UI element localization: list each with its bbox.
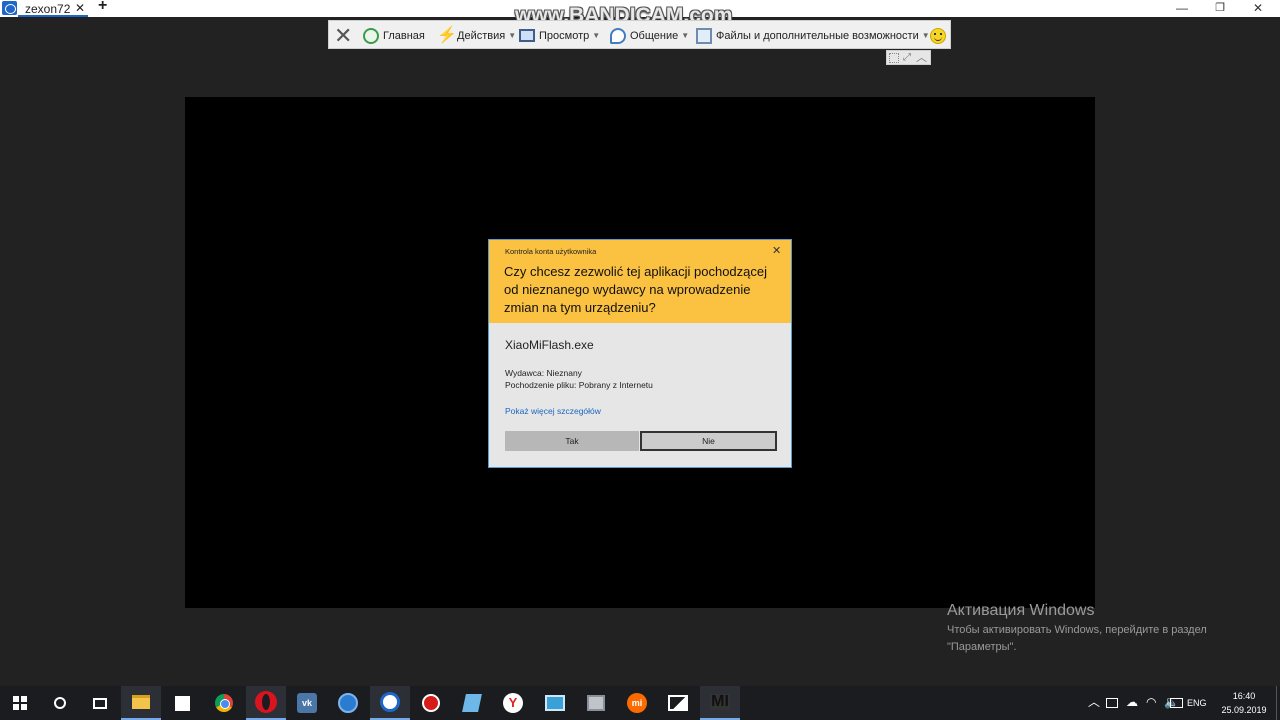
folder-icon (132, 695, 150, 709)
phone-icon (610, 27, 626, 44)
teamviewer-icon (380, 692, 400, 712)
no-button[interactable]: Nie (640, 431, 777, 451)
lightning-icon: ⚡ (437, 26, 457, 44)
task-view-button[interactable] (80, 686, 120, 720)
cloud-icon[interactable]: ☁ (1126, 695, 1138, 709)
mi-icon: mi (627, 693, 647, 713)
taskbar-vk[interactable]: vk (287, 686, 327, 720)
uac-caption: Kontrola konta użytkownika (505, 247, 597, 256)
chevron-down-icon: ▼ (592, 31, 601, 40)
restore-icon[interactable]: ❐ (1210, 1, 1230, 14)
search-button[interactable] (40, 686, 80, 720)
clock-date[interactable]: 25.09.2019 (1216, 705, 1272, 715)
start-button[interactable] (0, 686, 40, 720)
clock-time[interactable]: 16:40 (1219, 691, 1269, 701)
feedback-button[interactable] (930, 21, 946, 50)
vk-icon: vk (297, 693, 317, 713)
files-menu[interactable]: Файлы и дополнительные возможности ▼ (696, 21, 930, 50)
wifi-icon[interactable]: ◠ (1146, 695, 1156, 709)
task-view-icon (93, 697, 107, 709)
chrome-icon (215, 694, 233, 712)
toolbar-controls: ⤢ ︿ (886, 50, 931, 65)
taskbar-opera[interactable] (246, 686, 286, 720)
chevron-down-icon: ▼ (508, 31, 517, 40)
opera-icon (255, 691, 277, 713)
grid-icon[interactable] (889, 53, 899, 63)
language-indicator[interactable]: ENG (1187, 698, 1207, 708)
app-name: XiaoMiFlash.exe (505, 338, 594, 352)
photos-icon (668, 695, 688, 711)
taskbar-yandex[interactable]: Y (493, 686, 533, 720)
close-connection-icon[interactable]: ✕ (334, 21, 352, 50)
activation-text-line: Чтобы активировать Windows, перейдите в … (947, 624, 1207, 636)
network-icon[interactable] (1106, 698, 1118, 708)
notification-icon[interactable] (1170, 698, 1183, 708)
actions-label: Действия (457, 29, 506, 42)
windows-logo-icon (13, 696, 27, 710)
publisher-text: Wydawca: Nieznany (505, 368, 582, 378)
taskbar-chrome[interactable] (204, 686, 244, 720)
home-icon (363, 27, 379, 44)
taskbar-app[interactable] (328, 686, 368, 720)
taskbar-computer[interactable] (576, 686, 616, 720)
taskbar-bandicam[interactable] (411, 686, 451, 720)
remote-toolbar: ✕ Главная ⚡ Действия ▼ Просмотр ▼ Общени… (328, 20, 951, 49)
teamviewer-logo-icon (2, 1, 17, 15)
taskbar-mi[interactable]: mi (617, 686, 657, 720)
remote-desktop-icon (545, 695, 565, 711)
view-menu[interactable]: Просмотр ▼ (519, 21, 600, 50)
smiley-icon (930, 27, 946, 44)
communication-label: Общение (630, 29, 679, 42)
taskbar: vk Y mi MI ︿ ☁ ◠ 🔈 ENG 16:40 25.09.2019 (0, 686, 1280, 720)
chevron-down-icon: ▼ (921, 31, 930, 40)
view-label: Просмотр (539, 29, 590, 42)
activation-text: Чтобы активировать Windows, перейдите в … (947, 622, 1277, 656)
tab-session-label: zexon72 (25, 2, 71, 16)
computer-icon (587, 695, 605, 711)
taskbar-miflash[interactable]: MI (700, 686, 740, 720)
chevron-down-icon: ▼ (681, 31, 690, 40)
uac-dialog: Kontrola konta użytkownika ✕ Czy chcesz … (488, 239, 792, 468)
activation-text-line: "Параметры". (947, 641, 1017, 653)
taskbar-teamviewer[interactable] (370, 686, 410, 720)
activation-title: Активация Windows (947, 602, 1095, 619)
show-hidden-icons-icon[interactable]: ︿ (1088, 695, 1100, 709)
file-origin-text: Pochodzenie pliku: Pobrany z Internetu (505, 380, 653, 390)
system-tray: ︿ ☁ ◠ 🔈 ENG 16:40 25.09.2019 (1082, 686, 1280, 720)
close-icon[interactable]: ✕ (772, 244, 781, 257)
actions-menu[interactable]: ⚡ Действия ▼ (437, 21, 516, 50)
add-tab-icon[interactable]: + (98, 0, 107, 15)
expand-icon[interactable]: ⤢ (902, 53, 912, 63)
window-close-icon[interactable]: ✕ (1248, 1, 1268, 15)
monitor-icon (519, 29, 535, 42)
uac-header: Kontrola konta użytkownika ✕ Czy chcesz … (489, 240, 791, 323)
store-icon (174, 695, 190, 711)
minimize-icon[interactable]: — (1172, 1, 1192, 15)
show-desktop-button[interactable] (1276, 686, 1280, 720)
home-button[interactable]: Главная (363, 21, 425, 50)
tab-session[interactable]: zexon72 ✕ (18, 0, 88, 17)
notepad-icon (462, 694, 482, 712)
files-icon (696, 27, 712, 44)
taskbar-photos[interactable] (658, 686, 698, 720)
files-label: Файлы и дополнительные возможности (716, 29, 919, 42)
show-details-link[interactable]: Pokaż więcej szczegółów (505, 406, 601, 416)
app-icon (338, 693, 358, 713)
record-icon (422, 694, 440, 712)
yes-button[interactable]: Tak (505, 431, 639, 451)
yandex-icon: Y (503, 693, 523, 713)
communication-menu[interactable]: Общение ▼ (610, 21, 689, 50)
close-icon[interactable]: ✕ (75, 1, 85, 15)
uac-question: Czy chcesz zezwolić tej aplikacji pochod… (504, 264, 768, 315)
taskbar-store[interactable] (162, 686, 202, 720)
taskbar-explorer[interactable] (121, 686, 161, 720)
taskbar-notes[interactable] (452, 686, 492, 720)
search-icon (54, 697, 66, 709)
collapse-toolbar-icon[interactable]: ︿ (916, 53, 927, 64)
taskbar-remote-desktop[interactable] (535, 686, 575, 720)
windows-activation-notice: Активация Windows Чтобы активировать Win… (947, 601, 1277, 656)
miflash-icon: MI (710, 693, 730, 710)
home-label: Главная (383, 29, 425, 42)
